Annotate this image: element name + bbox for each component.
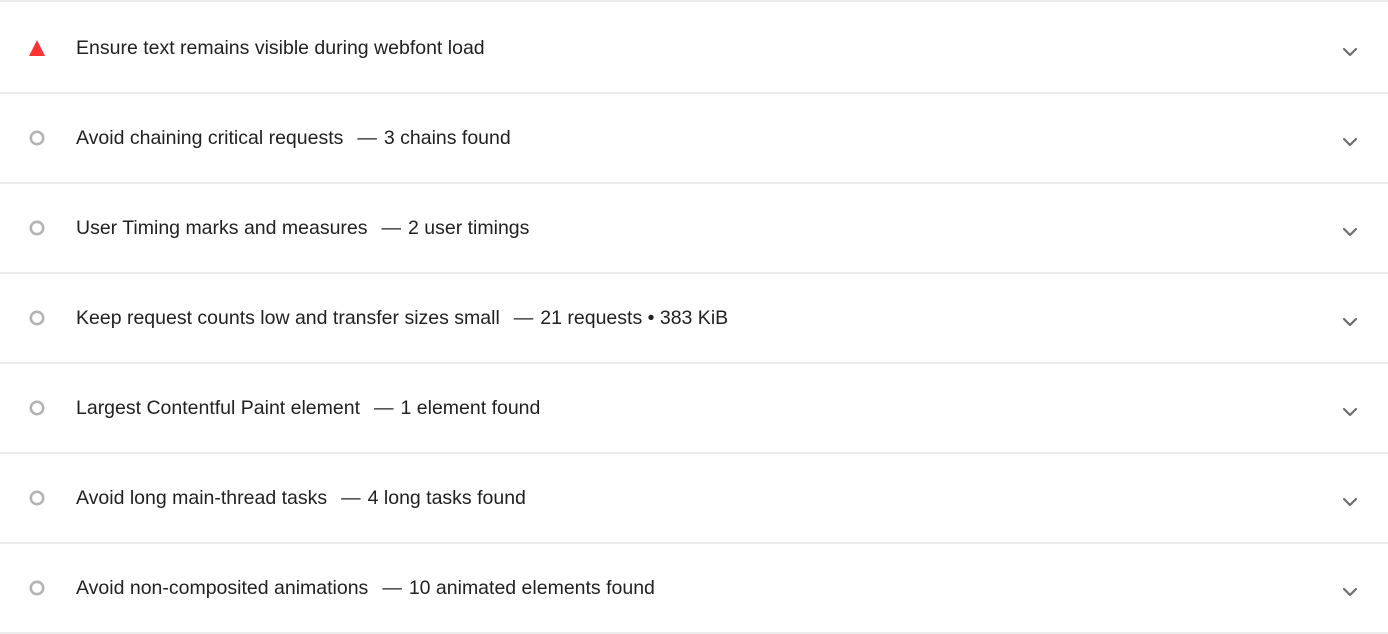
audit-title: Avoid non-composited animations	[76, 577, 369, 599]
gray-circle-icon	[28, 579, 46, 597]
chevron-down-icon[interactable]	[1340, 402, 1360, 422]
audit-row-keep-request-counts-low-and-transfer-sizes-small[interactable]: Keep request counts low and transfer siz…	[0, 274, 1388, 364]
audit-title-line: Ensure text remains visible during webfo…	[76, 36, 485, 60]
gray-circle-icon	[28, 129, 46, 147]
audit-row-avoid-long-main-thread-tasks[interactable]: Avoid long main-thread tasks — 4 long task…	[0, 454, 1388, 544]
audit-title-line: User Timing marks and measures — 2 user ti…	[76, 216, 529, 240]
audit-title-line: Avoid non-composited animations — 10 anima…	[76, 576, 655, 600]
audit-row-avoid-chaining-critical-requests[interactable]: Avoid chaining critical requests — 3 chain…	[0, 94, 1388, 184]
audit-display-value: 4 long tasks found	[367, 487, 526, 509]
audit-title-line: Avoid chaining critical requests — 3 chain…	[76, 126, 511, 150]
audit-title: User Timing marks and measures	[76, 217, 368, 239]
audit-display-value: 10 animated elements found	[408, 577, 655, 599]
audit-separator: —	[374, 397, 394, 419]
audit-row-user-timing-marks-and-measures[interactable]: User Timing marks and measures — 2 user ti…	[0, 184, 1388, 274]
audit-display-value: 21 requests • 383 KiB	[540, 307, 729, 329]
chevron-down-icon[interactable]	[1340, 312, 1360, 332]
gray-circle-icon	[28, 219, 46, 237]
chevron-down-icon[interactable]	[1340, 582, 1360, 602]
audit-title-line: Avoid long main-thread tasks — 4 long task…	[76, 486, 526, 510]
gray-circle-icon	[28, 489, 46, 507]
audit-separator: —	[513, 307, 534, 329]
chevron-down-icon[interactable]	[1340, 222, 1360, 242]
chevron-down-icon[interactable]	[1340, 42, 1360, 62]
audit-display-value: 2 user timings	[408, 217, 530, 239]
audit-title: Ensure text remains visible during webfo…	[76, 37, 485, 59]
gray-circle-icon	[28, 399, 46, 417]
audit-separator: —	[382, 577, 402, 599]
audit-row-largest-contentful-paint-element[interactable]: Largest Contentful Paint element — 1 eleme…	[0, 364, 1388, 454]
audit-display-value: 3 chains found	[383, 127, 511, 149]
audit-row-avoid-non-composited-animations[interactable]: Avoid non-composited animations — 10 anima…	[0, 544, 1388, 634]
audit-title: Avoid long main-thread tasks	[76, 487, 328, 509]
red-triangle-icon	[28, 39, 46, 57]
gray-circle-icon	[28, 309, 46, 327]
audit-title: Largest Contentful Paint element	[76, 397, 361, 419]
audit-title-line: Largest Contentful Paint element — 1 eleme…	[76, 396, 540, 420]
audit-row-ensure-text-remains-visible-during-webfont-load[interactable]: Ensure text remains visible during webfo…	[0, 4, 1388, 94]
chevron-down-icon[interactable]	[1340, 492, 1360, 512]
audit-title: Keep request counts low and transfer siz…	[76, 307, 500, 329]
audit-title-line: Keep request counts low and transfer siz…	[76, 306, 728, 330]
chevron-down-icon[interactable]	[1340, 132, 1360, 152]
audit-separator: —	[357, 127, 377, 149]
audit-title: Avoid chaining critical requests	[76, 127, 344, 149]
audit-display-value: 1 element found	[400, 397, 541, 419]
audit-separator: —	[341, 487, 361, 509]
audit-separator: —	[381, 217, 402, 239]
audit-list: Ensure text remains visible during webfo…	[0, 0, 1388, 634]
